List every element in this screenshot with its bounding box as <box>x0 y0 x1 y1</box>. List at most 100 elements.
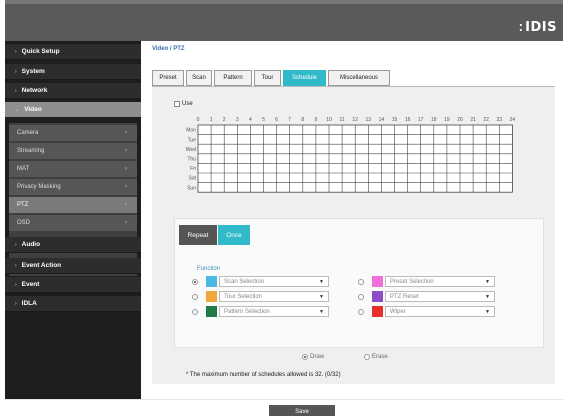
sidebar-subitem-label: Streaming <box>17 148 45 154</box>
hour-label: 17 <box>418 117 424 123</box>
schedule-limit-note: * The maximum number of schedules allowe… <box>186 372 341 378</box>
tab-bar: Preset Scan Pattern Tour Schedule Miscel… <box>152 67 555 87</box>
day-label: Sun <box>187 185 196 191</box>
repeat-button[interactable]: Repeat <box>179 225 217 245</box>
sidebar-item-label: System <box>21 68 45 75</box>
function-radio[interactable] <box>192 278 198 285</box>
chevron-right-icon: › <box>125 148 127 154</box>
dropdown-arrow-icon: ▼ <box>485 293 490 300</box>
sidebar-subitem-osd[interactable]: OSD › <box>9 215 137 231</box>
dropdown-value: Wiper <box>390 308 406 315</box>
dropdown-value: Preset Selection <box>390 278 434 285</box>
erase-label: Erase <box>372 354 388 360</box>
function-color-swatch <box>372 291 383 302</box>
sidebar-item-idla[interactable]: › IDLA <box>5 296 141 312</box>
sidebar-item-quick-setup[interactable]: › Quick Setup <box>5 44 141 60</box>
function-radio[interactable] <box>358 293 364 300</box>
wiper-dropdown[interactable]: Wiper ▼ <box>385 306 495 317</box>
sidebar-subitem-camera[interactable]: Camera › <box>9 125 137 141</box>
pattern-selection-dropdown[interactable]: Pattern Selection ▼ <box>219 306 329 317</box>
tab-preset[interactable]: Preset <box>152 70 184 86</box>
hour-label: 2 <box>223 117 226 123</box>
function-radio[interactable] <box>192 293 198 300</box>
day-label: Wed <box>186 147 196 153</box>
schedule-grid[interactable]: 0 1 2 3 4 5 6 7 8 9 10 11 12 13 14 15 16 17 18 19 20 21 22 23 24… <box>152 87 555 217</box>
hour-label: 14 <box>379 117 385 123</box>
sidebar-item-audio[interactable]: › Audio <box>5 237 141 253</box>
preset-selection-dropdown[interactable]: Preset Selection ▼ <box>385 276 495 287</box>
function-row-scan: Scan Selection ▼ <box>192 276 329 287</box>
dropdown-arrow-icon: ▼ <box>485 308 490 315</box>
sidebar-item-video[interactable]: ⌄ Video <box>5 102 141 118</box>
sidebar-item-system[interactable]: › System <box>5 64 141 80</box>
logo-text: IDIS <box>525 20 557 35</box>
footer-bar: Save <box>5 399 563 416</box>
once-button[interactable]: Once <box>218 225 250 245</box>
erase-radio[interactable] <box>364 354 371 360</box>
sidebar-subitem-streaming[interactable]: Streaming › <box>9 143 137 159</box>
sidebar-subitem-privacy-masking[interactable]: Privacy Masking › <box>9 179 137 195</box>
tab-pattern[interactable]: Pattern <box>214 70 252 86</box>
function-radio[interactable] <box>358 278 364 285</box>
hour-label: 15 <box>392 117 398 123</box>
sidebar-item-event-action[interactable]: › Event Action <box>5 258 141 274</box>
hour-label: 7 <box>288 117 291 123</box>
logo-mark-icon: ⁚ <box>518 23 524 34</box>
hour-label: 8 <box>301 117 304 123</box>
hour-label: 3 <box>236 117 239 123</box>
idis-logo: ⁚ IDIS <box>519 20 557 35</box>
day-label: Fri <box>190 166 196 172</box>
sidebar-subitem-ptz[interactable]: PTZ › <box>9 197 137 213</box>
tab-miscellaneous[interactable]: Miscellaneous <box>328 70 390 86</box>
tab-tour[interactable]: Tour <box>254 70 281 86</box>
sidebar-subitem-mat[interactable]: MAT › <box>9 161 137 177</box>
day-label: Tue <box>188 137 197 143</box>
sidebar-item-event[interactable]: › Event <box>5 277 141 293</box>
tab-scan[interactable]: Scan <box>186 70 212 86</box>
function-radio[interactable] <box>358 308 364 315</box>
draw-label: Draw <box>310 354 325 360</box>
hour-label: 16 <box>405 117 411 123</box>
scan-selection-dropdown[interactable]: Scan Selection ▼ <box>219 276 329 287</box>
chevron-right-icon: › <box>15 87 17 94</box>
chevron-right-icon: › <box>125 166 127 172</box>
chevron-right-icon: › <box>125 184 127 190</box>
function-radio[interactable] <box>192 308 198 315</box>
tab-schedule[interactable]: Schedule <box>283 70 326 86</box>
hour-label: 18 <box>431 117 437 123</box>
save-button[interactable]: Save <box>269 405 335 416</box>
function-color-swatch <box>372 306 383 317</box>
chevron-right-icon: › <box>15 48 17 55</box>
hour-label: 5 <box>262 117 265 123</box>
chevron-right-icon: › <box>15 241 17 248</box>
sidebar: › Quick Setup › System › Network ⌄ Video Cam… <box>5 41 141 399</box>
hour-label: 10 <box>326 117 332 123</box>
chevron-right-icon: › <box>15 300 17 307</box>
hour-label: 13 <box>366 117 372 123</box>
function-color-swatch <box>206 306 217 317</box>
sidebar-subitem-label: Camera <box>17 130 39 136</box>
dropdown-value: Tour Selection <box>224 293 263 300</box>
sidebar-item-label: Video <box>24 106 42 113</box>
sidebar-item-label: Network <box>21 87 48 94</box>
dropdown-value: PTZ Reset <box>390 293 419 300</box>
chevron-right-icon: › <box>15 262 17 269</box>
ptz-reset-dropdown[interactable]: PTZ Reset ▼ <box>385 291 495 302</box>
function-color-swatch <box>206 291 217 302</box>
function-row-ptz-reset: PTZ Reset ▼ <box>358 291 495 302</box>
dropdown-arrow-icon: ▼ <box>319 278 324 285</box>
sidebar-item-network[interactable]: › Network <box>5 83 141 99</box>
dropdown-value: Pattern Selection <box>224 308 270 315</box>
tour-selection-dropdown[interactable]: Tour Selection ▼ <box>219 291 329 302</box>
chevron-right-icon: › <box>15 68 17 75</box>
dropdown-arrow-icon: ▼ <box>485 278 490 285</box>
sidebar-item-label: Audio <box>21 241 41 248</box>
hour-label: 23 <box>497 117 503 123</box>
dropdown-arrow-icon: ▼ <box>319 308 324 315</box>
day-label: Sat <box>188 176 196 182</box>
draw-radio[interactable] <box>302 354 308 360</box>
sidebar-subitem-label: Privacy Masking <box>17 184 61 190</box>
day-label: Thu <box>187 157 196 163</box>
sidebar-item-label: IDLA <box>21 300 37 307</box>
schedule-panel: Use 0 1 2 3 4 5 6 7 8 9 10 11 12 13 14 15 16 17 18 19 20 21 22… <box>152 87 555 384</box>
